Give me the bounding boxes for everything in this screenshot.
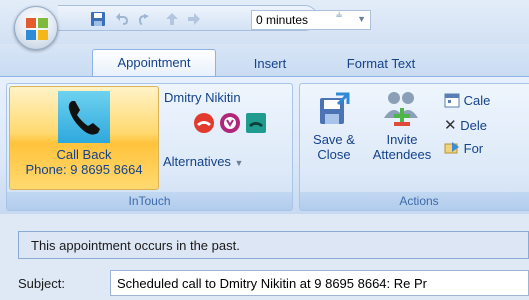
attendees-icon <box>384 92 418 126</box>
delete-icon: ✕ <box>444 117 457 134</box>
previous-item-icon[interactable] <box>164 11 180 27</box>
phone-number-label: Phone: 9 8695 8664 <box>25 162 143 177</box>
duration-dropdown[interactable]: 0 minutes ▼ <box>251 10 371 30</box>
ribbon: Call Back Phone: 9 8695 8664 Dmitry Niki… <box>0 76 529 214</box>
delete-label: Dele <box>460 118 487 133</box>
subject-label: Subject: <box>18 276 65 291</box>
next-item-icon[interactable] <box>186 11 202 27</box>
invite-attendees-button[interactable]: Invite Attendees <box>362 88 442 184</box>
intouch-group-label: InTouch <box>7 192 292 210</box>
alternatives-dropdown[interactable]: Alternatives ▼ <box>163 154 243 169</box>
title-bar: 0 minutes ▼ ⫨ <box>0 0 529 50</box>
tab-label: Format Text <box>346 56 416 71</box>
chevron-down-icon: ▼ <box>234 158 244 168</box>
tab-insert[interactable]: Insert <box>230 51 310 76</box>
intouch-group: Call Back Phone: 9 8695 8664 Dmitry Niki… <box>6 83 293 211</box>
forward-button[interactable]: For <box>444 140 483 156</box>
save-close-button[interactable]: Save & Close <box>306 88 362 184</box>
chevron-down-icon: ▼ <box>357 14 366 24</box>
tab-format-text[interactable]: Format Text <box>326 51 436 76</box>
call-back-label: Call Back <box>56 147 112 162</box>
hang-up-icon[interactable] <box>193 112 215 134</box>
customize-toolbar-icon[interactable]: ⫨ <box>336 8 342 21</box>
actions-group: Save & Close Invite Attendees Cale ✕ Del… <box>299 83 529 211</box>
calendar-label: Cale <box>463 93 491 108</box>
calendar-button[interactable]: Cale <box>444 92 490 108</box>
office-button[interactable] <box>14 6 58 50</box>
office-logo-icon <box>26 18 48 40</box>
subject-input[interactable]: Scheduled call to Dmitry Nikitin at 9 86… <box>110 270 529 296</box>
appointment-body: This appointment occurs in the past. Sub… <box>0 214 529 300</box>
alternatives-label: Alternatives <box>163 154 231 169</box>
messenger-icon[interactable] <box>219 112 241 134</box>
forward-label: For <box>463 141 484 156</box>
phone-tile <box>58 91 110 143</box>
duration-value: 0 minutes <box>256 13 309 27</box>
quick-access-toolbar: 0 minutes ▼ <box>58 5 371 31</box>
tab-appointment[interactable]: Appointment <box>92 49 216 77</box>
call-icon[interactable] <box>245 112 267 134</box>
redo-icon[interactable] <box>138 11 154 27</box>
undo-icon[interactable] <box>114 11 130 27</box>
tab-label: Insert <box>253 56 287 71</box>
save-close-icon <box>320 92 350 124</box>
save-close-label-2: Close <box>317 147 351 162</box>
info-bar: This appointment occurs in the past. <box>18 231 529 259</box>
invite-label-2: Attendees <box>372 147 432 162</box>
ribbon-tabs: Appointment Insert Format Text <box>0 44 529 77</box>
tab-label: Appointment <box>117 55 191 70</box>
call-back-button[interactable]: Call Back Phone: 9 8695 8664 <box>9 86 159 190</box>
forward-icon <box>444 142 459 154</box>
save-icon[interactable] <box>90 11 106 27</box>
phone-icon <box>68 101 100 135</box>
actions-group-label: Actions <box>300 192 529 210</box>
delete-button[interactable]: ✕ Dele <box>444 116 487 134</box>
info-bar-message: This appointment occurs in the past. <box>31 238 240 253</box>
invite-label-1: Invite <box>386 132 418 147</box>
contact-name: Dmitry Nikitin <box>164 90 241 105</box>
save-close-label-1: Save & <box>313 132 355 147</box>
calendar-icon <box>444 93 460 108</box>
